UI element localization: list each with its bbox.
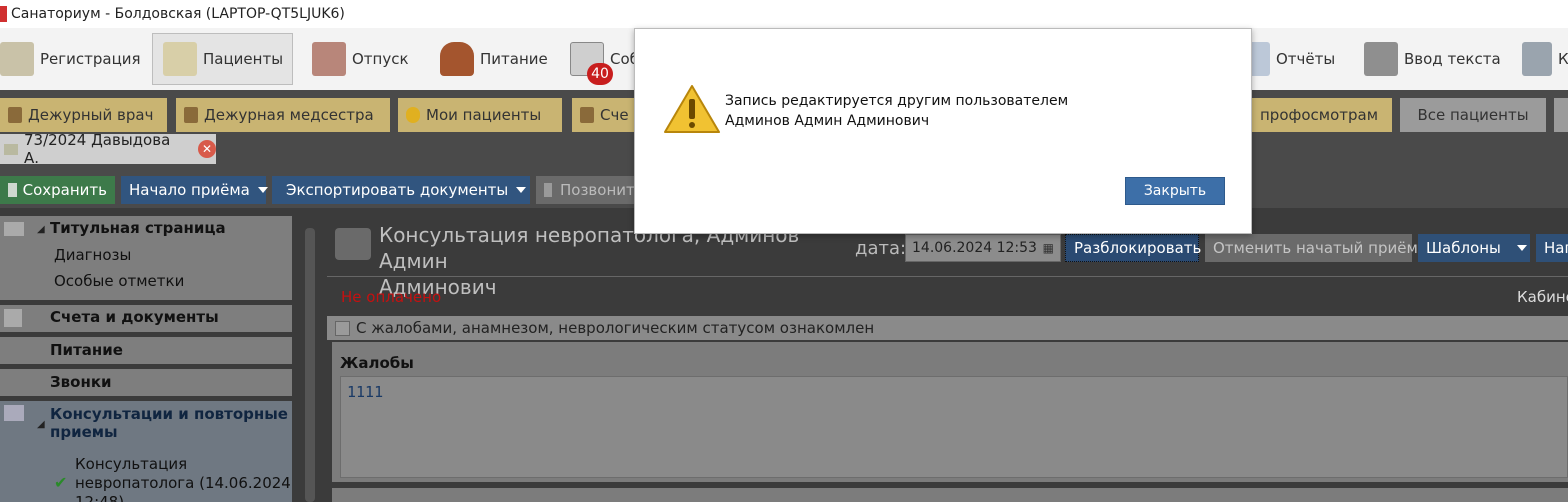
floppy-icon: [8, 183, 17, 197]
cabinet-label: Кабине: [1517, 288, 1568, 306]
card-icon: [4, 143, 18, 155]
calendar-icon: 40: [570, 42, 613, 85]
phone-icon: [544, 183, 552, 197]
sidebar-section-bills[interactable]: Счета и документы: [0, 305, 292, 332]
export-documents-dropdown[interactable]: Экспортировать документы: [272, 176, 530, 204]
collapse-arrow-icon[interactable]: ◢: [37, 419, 45, 430]
consultation-form: Консультация невропатолога, Админов Адми…: [327, 208, 1568, 502]
doctor-icon: [8, 107, 22, 123]
main-area: ◢ Титульная страница Диагнозы Особые отм…: [0, 208, 1568, 502]
clipboard-icon: [1522, 42, 1552, 76]
templates-dropdown[interactable]: Шаблоны: [1418, 234, 1530, 262]
window-title: Санаториум - Болдовская (LAPTOP-QT5LJUK6…: [11, 6, 345, 22]
ribbon-text-input-button[interactable]: Ввод текста: [1364, 33, 1501, 85]
stethoscope-icon: [335, 228, 371, 260]
complaints-textarea[interactable]: 1111: [340, 376, 1568, 478]
shortcut-all-patients[interactable]: Все пациенты: [1400, 98, 1546, 132]
sidebar-section-title-page: ◢ Титульная страница Диагнозы Особые отм…: [0, 216, 292, 300]
shortcut-checkups[interactable]: профосмотрам: [1252, 98, 1392, 132]
cake-icon: [440, 42, 474, 76]
dialog-close-button[interactable]: Закрыть: [1125, 177, 1225, 205]
ribbon-patients-button[interactable]: Пациенты: [152, 33, 293, 85]
shortcut-more[interactable]: [1554, 98, 1568, 132]
vacation-icon: [312, 42, 346, 76]
shortcut-my-patients[interactable]: Мои пациенты: [398, 98, 562, 132]
calendar-picker-icon[interactable]: ▦: [1043, 235, 1054, 261]
sidebar-item-neurologist-consultation[interactable]: Консультация невропатолога (14.06.2024 1…: [75, 455, 291, 502]
sidebar-scrollbar[interactable]: [305, 228, 315, 502]
sidebar-item-title-page[interactable]: Титульная страница: [50, 219, 226, 237]
bill-icon: [580, 107, 594, 123]
ribbon-registration-button[interactable]: Регистрация: [0, 33, 141, 85]
chevron-down-icon: [257, 187, 268, 193]
chevron-down-icon: [1516, 245, 1527, 251]
dialog-message: Запись редактируется другим пользователе…: [725, 93, 1069, 129]
sidebar-section-food[interactable]: Питание: [0, 337, 292, 364]
save-button[interactable]: Сохранить: [0, 176, 115, 204]
registration-icon: [0, 42, 34, 76]
doctors-icon: [4, 405, 24, 421]
sidebar-section-calls[interactable]: Звонки: [0, 369, 292, 396]
window-titlebar: Санаториум - Болдовская (LAPTOP-QT5LJUK6…: [0, 0, 1568, 28]
close-tab-icon[interactable]: ✕: [198, 140, 217, 158]
record-locked-dialog: Запись редактируется другим пользователе…: [634, 28, 1252, 234]
sidebar-section-consultations: ◢ Консультации и повторные приемы ✔ Конс…: [0, 401, 292, 502]
call-button[interactable]: Позвонит: [536, 176, 646, 204]
tab-patient-record[interactable]: 73/2024 Давыдова А. ✕: [0, 131, 217, 167]
payment-status: Не оплачено: [341, 288, 442, 306]
bills-icon: [4, 309, 22, 327]
unlock-button[interactable]: Разблокировать: [1065, 234, 1201, 262]
acknowledged-checkbox-row[interactable]: С жалобами, анамнезом, неврологическим с…: [327, 316, 1568, 340]
events-count-badge: 40: [587, 63, 613, 85]
collapse-arrow-icon[interactable]: ◢: [37, 224, 45, 235]
complaints-label: Жалобы: [340, 354, 414, 372]
complaints-panel: Жалобы 1111: [332, 342, 1568, 482]
cancel-started-button[interactable]: Отменить начатый приём: [1205, 234, 1418, 262]
sidebar-item-special-marks[interactable]: Особые отметки: [54, 272, 184, 290]
sidebar-item-consultations[interactable]: Консультации и повторные приемы: [50, 405, 288, 441]
ribbon-more-button[interactable]: К: [1522, 33, 1568, 85]
ribbon-food-button[interactable]: Питание: [440, 33, 548, 85]
start-appointment-dropdown[interactable]: Начало приёма: [121, 176, 268, 204]
shortcut-bills[interactable]: Сче: [572, 98, 636, 132]
date-label: дата:: [855, 238, 907, 259]
app-icon: [0, 6, 7, 22]
nurse-icon: [184, 107, 198, 123]
more-button[interactable]: Наг: [1536, 234, 1568, 262]
shortcut-duty-doctor[interactable]: Дежурный врач: [0, 98, 167, 132]
typewriter-icon: [1364, 42, 1398, 76]
ribbon-events-button[interactable]: 40 Соб: [570, 33, 639, 85]
check-icon: ✔: [54, 473, 68, 492]
date-field[interactable]: 14.06.2024 12:53 ▦: [905, 234, 1061, 262]
patients-icon: [163, 42, 197, 76]
ribbon-reports-button[interactable]: Отчёты: [1246, 33, 1335, 85]
ribbon-vacation-button[interactable]: Отпуск: [312, 33, 409, 85]
sidebar-item-diagnoses[interactable]: Диагнозы: [54, 246, 131, 264]
record-sidebar: ◢ Титульная страница Диагнозы Особые отм…: [0, 208, 296, 502]
acknowledged-checkbox[interactable]: [335, 320, 350, 336]
chevron-down-icon: [516, 187, 527, 193]
warning-icon: [664, 85, 720, 133]
next-section-header: [332, 488, 1568, 502]
shortcut-duty-nurse[interactable]: Дежурная медсестра: [176, 98, 390, 132]
divider: [327, 276, 1568, 277]
card-icon: [4, 222, 24, 236]
star-icon: [406, 107, 420, 123]
